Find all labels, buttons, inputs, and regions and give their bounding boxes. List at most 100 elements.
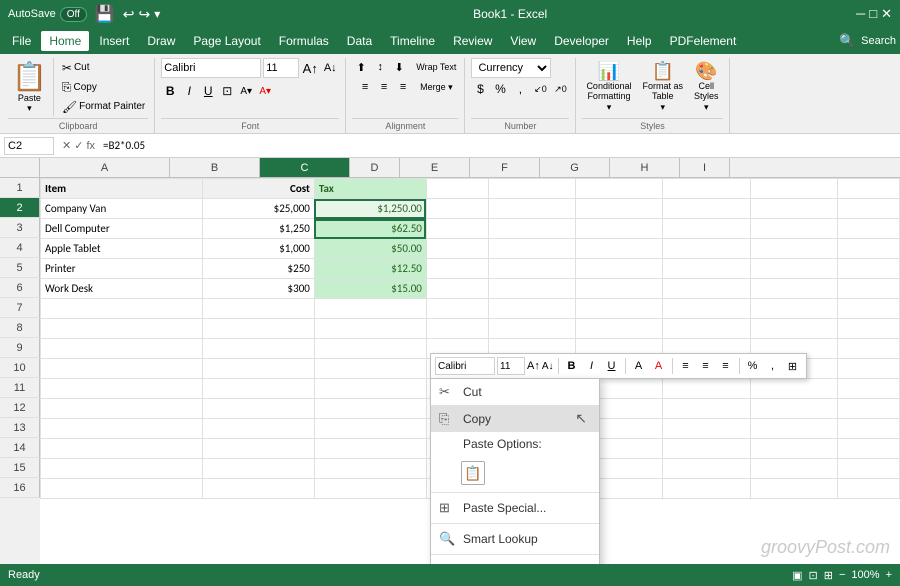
cell-c5[interactable]: $12.50	[314, 259, 426, 279]
mini-table-button[interactable]: ⊞	[784, 357, 802, 375]
cell-b3[interactable]: $1,250	[202, 219, 314, 239]
comma-button[interactable]: ,	[511, 80, 529, 98]
cell-h4[interactable]	[750, 239, 837, 259]
cell-f5[interactable]	[576, 259, 663, 279]
view-normal-icon[interactable]: ▣	[792, 569, 802, 582]
row-num-5[interactable]: 5	[0, 258, 40, 278]
save-icon[interactable]: 💾	[95, 4, 115, 24]
cell-a8[interactable]	[41, 319, 203, 339]
cell-d4[interactable]	[426, 239, 488, 259]
context-menu-cut[interactable]: ✂ Cut	[431, 379, 599, 405]
cell-g2[interactable]	[663, 199, 750, 219]
cell-f1[interactable]	[576, 179, 663, 199]
row-num-10[interactable]: 10	[0, 358, 40, 378]
cell-reference-input[interactable]	[4, 137, 54, 155]
cell-b4[interactable]: $1,000	[202, 239, 314, 259]
merge-center-button[interactable]: Merge ▾	[418, 78, 455, 96]
font-name-input[interactable]	[161, 58, 261, 78]
row-num-11[interactable]: 11	[0, 378, 40, 398]
row-num-1[interactable]: 1	[0, 178, 40, 198]
confirm-icon[interactable]: ✓	[74, 139, 83, 152]
view-layout-icon[interactable]: ⊡	[809, 569, 818, 582]
cell-a16[interactable]	[41, 479, 203, 499]
cell-h2[interactable]	[750, 199, 837, 219]
cell-f2[interactable]	[576, 199, 663, 219]
cell-e5[interactable]	[489, 259, 576, 279]
cell-b1[interactable]: Cost	[202, 179, 314, 199]
cell-styles-button[interactable]: 🎨 CellStyles ▾	[690, 59, 723, 115]
cell-a15[interactable]	[41, 459, 203, 479]
menu-home[interactable]: Home	[41, 31, 89, 51]
borders-button[interactable]: ⊡	[218, 82, 236, 100]
mini-align-center-button[interactable]: ≡	[697, 357, 715, 375]
menu-help[interactable]: Help	[619, 31, 660, 51]
mini-font-size-input[interactable]	[497, 357, 525, 375]
mini-font-color-button[interactable]: A	[650, 357, 668, 375]
cell-c1[interactable]: Tax	[314, 179, 426, 199]
decrease-decimal-button[interactable]: ↙0	[531, 80, 549, 98]
cell-d6[interactable]	[426, 279, 488, 299]
cell-d5[interactable]	[426, 259, 488, 279]
menu-pdfelement[interactable]: PDFelement	[662, 31, 745, 51]
cell-c2[interactable]: $1,250.00	[314, 199, 426, 219]
cell-h6[interactable]	[750, 279, 837, 299]
mini-underline-button[interactable]: U	[603, 357, 621, 375]
cell-g4[interactable]	[663, 239, 750, 259]
cell-h3[interactable]	[750, 219, 837, 239]
row-num-4[interactable]: 4	[0, 238, 40, 258]
cell-a10[interactable]	[41, 359, 203, 379]
cell-a13[interactable]	[41, 419, 203, 439]
mini-decrease-font-icon[interactable]: A↓	[542, 361, 554, 372]
cell-d2[interactable]	[426, 199, 488, 219]
zoom-in-icon[interactable]: +	[886, 569, 892, 581]
format-painter-button[interactable]: 🖌 Format Painter	[59, 98, 148, 116]
cell-i3[interactable]	[837, 219, 899, 239]
context-menu-paste-special[interactable]: ⊞ Paste Special...	[431, 495, 599, 521]
menu-data[interactable]: Data	[339, 31, 380, 51]
view-page-break-icon[interactable]: ⊞	[824, 569, 833, 582]
cell-h1[interactable]	[750, 179, 837, 199]
format-as-table-button[interactable]: 📋 Format asTable ▾	[638, 59, 687, 115]
paste-default-button[interactable]: 📋	[461, 461, 485, 485]
wrap-text-button[interactable]: Wrap Text	[414, 58, 458, 76]
menu-insert[interactable]: Insert	[91, 31, 137, 51]
cell-g3[interactable]	[663, 219, 750, 239]
cell-f4[interactable]	[576, 239, 663, 259]
cell-a7[interactable]	[41, 299, 203, 319]
cell-e4[interactable]	[489, 239, 576, 259]
copy-button[interactable]: ⎘ Copy	[59, 78, 148, 97]
cell-i1[interactable]	[837, 179, 899, 199]
minimize-icon[interactable]: ─	[856, 6, 865, 22]
menu-view[interactable]: View	[502, 31, 544, 51]
cell-a12[interactable]	[41, 399, 203, 419]
row-num-2[interactable]: 2	[0, 198, 40, 218]
row-num-16[interactable]: 16	[0, 478, 40, 498]
mini-fill-color-button[interactable]: A	[630, 357, 648, 375]
cell-a11[interactable]	[41, 379, 203, 399]
close-icon[interactable]: ✕	[881, 6, 892, 22]
cell-a14[interactable]	[41, 439, 203, 459]
cell-a1[interactable]: Item	[41, 179, 203, 199]
mini-align-right-button[interactable]: ≡	[717, 357, 735, 375]
cell-i6[interactable]	[837, 279, 899, 299]
italic-button[interactable]: I	[180, 82, 198, 100]
function-icon[interactable]: ✕	[62, 139, 71, 152]
cell-e1[interactable]	[489, 179, 576, 199]
cell-e2[interactable]	[489, 199, 576, 219]
align-left-button[interactable]: ≡	[356, 78, 374, 96]
col-header-b[interactable]: B	[170, 158, 260, 177]
dollar-button[interactable]: $	[471, 80, 489, 98]
align-right-button[interactable]: ≡	[394, 78, 412, 96]
menu-timeline[interactable]: Timeline	[382, 31, 443, 51]
col-header-e[interactable]: E	[400, 158, 470, 177]
number-format-select[interactable]: Currency General Number Percentage	[471, 58, 551, 78]
cell-a6[interactable]: Work Desk	[41, 279, 203, 299]
context-menu-smart-lookup[interactable]: 🔍 Smart Lookup	[431, 526, 599, 552]
zoom-out-icon[interactable]: −	[839, 569, 845, 581]
search-icon[interactable]: 🔍	[839, 33, 855, 49]
cell-b2[interactable]: $25,000	[202, 199, 314, 219]
cell-f3[interactable]	[576, 219, 663, 239]
menu-review[interactable]: Review	[445, 31, 500, 51]
increase-font-size-button[interactable]: A↑	[301, 59, 319, 77]
menu-file[interactable]: File	[4, 31, 39, 51]
